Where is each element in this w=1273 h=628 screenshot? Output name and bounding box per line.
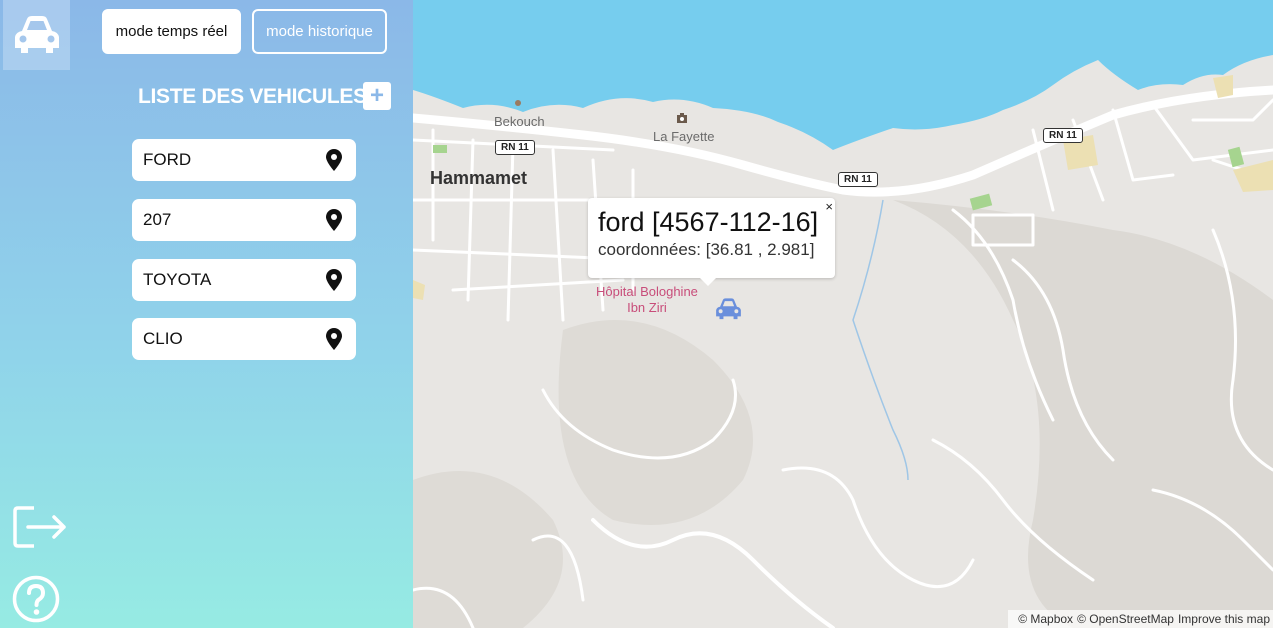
- vehicle-name: FORD: [143, 150, 192, 169]
- hospital-label: Hôpital Bologhine Ibn Ziri: [596, 284, 698, 316]
- map-canvas: [413, 0, 1273, 628]
- town-label: Hammamet: [430, 168, 528, 188]
- map-pin-icon[interactable]: [326, 328, 342, 350]
- mode-history-button[interactable]: mode historique: [252, 9, 387, 54]
- hospital-name: Hôpital Bologhine: [596, 284, 698, 299]
- mode-realtime-button[interactable]: mode temps réel: [102, 9, 241, 54]
- map-pin-icon[interactable]: [326, 269, 342, 291]
- place-label: Bekouch: [494, 114, 545, 129]
- popup-title: ford [4567-112-16]: [598, 207, 819, 237]
- vehicle-name: 207: [143, 210, 172, 229]
- map-pin-icon[interactable]: [326, 209, 342, 231]
- close-icon[interactable]: ×: [825, 199, 833, 214]
- vehicle-popup: ford [4567-112-16] coordonnées: [36.81 ,…: [588, 198, 835, 286]
- add-vehicle-button[interactable]: +: [363, 82, 391, 110]
- road-shield: RN 11: [1043, 128, 1083, 143]
- popup-coordinates: coordonnées: [36.81 , 2.981]: [598, 240, 815, 259]
- vehicle-name: TOYOTA: [143, 270, 212, 289]
- vehicle-name: CLIO: [143, 329, 183, 348]
- improve-map-link[interactable]: Improve this map: [1178, 612, 1270, 626]
- osm-attribution-link[interactable]: © OpenStreetMap: [1077, 612, 1174, 626]
- hospital-subname: Ibn Ziri: [627, 300, 667, 315]
- car-icon[interactable]: [3, 0, 70, 70]
- help-icon[interactable]: [12, 575, 60, 628]
- vehicle-item-clio[interactable]: CLIO: [132, 318, 356, 360]
- place-label: La Fayette: [653, 129, 715, 144]
- sidebar: mode temps réel mode historique LISTE DE…: [0, 0, 413, 628]
- mapbox-attribution-link[interactable]: © Mapbox: [1018, 612, 1073, 626]
- vehicle-item-toyota[interactable]: TOYOTA: [132, 259, 356, 301]
- road-shield: RN 11: [495, 140, 535, 155]
- map-pin-icon[interactable]: [326, 149, 342, 171]
- road-shield: RN 11: [838, 172, 878, 187]
- map[interactable]: Hammamet Bekouch La Fayette RN 11 RN 11 …: [413, 0, 1273, 628]
- vehicle-item-207[interactable]: 207: [132, 199, 356, 241]
- vehicle-list-title: LISTE DES VEHICULES: [138, 85, 367, 108]
- vehicle-item-ford[interactable]: FORD: [132, 139, 356, 181]
- logout-icon[interactable]: [12, 505, 68, 554]
- map-attribution: © Mapbox © OpenStreetMap Improve this map: [1008, 610, 1273, 628]
